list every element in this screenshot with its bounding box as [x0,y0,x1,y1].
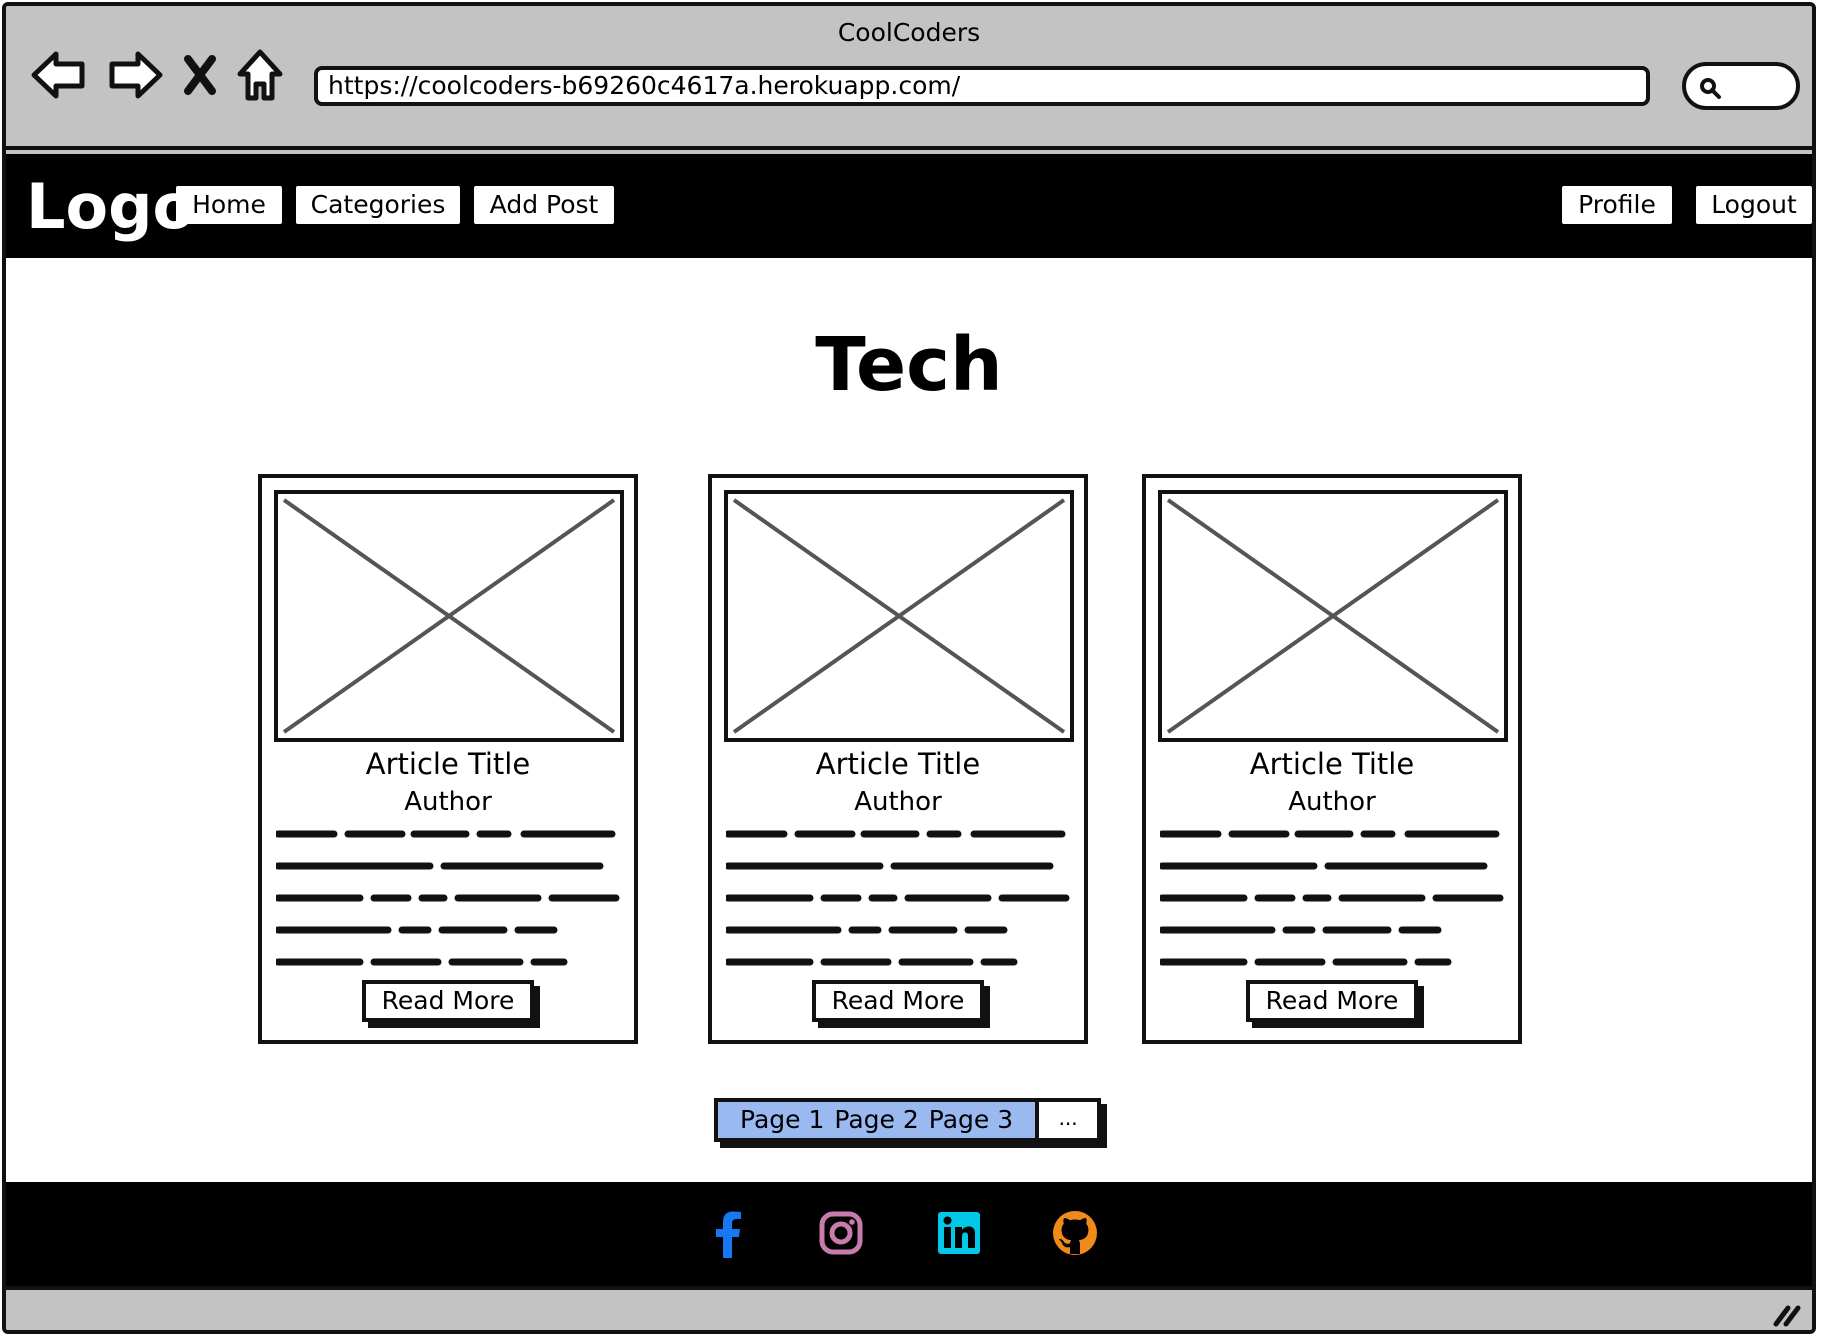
nav-add-post-button[interactable]: Add Post [474,186,614,224]
page-2-link[interactable]: Page 2 [834,1102,918,1138]
browser-titlebar: CoolCoders https://coolcoders-b69260c461… [6,6,1812,150]
nav-logout-button[interactable]: Logout [1696,186,1812,224]
browser-status-bar [6,1286,1812,1330]
read-more-button[interactable]: Read More [812,980,984,1022]
resize-grip-icon[interactable] [1772,1300,1802,1328]
page-3-link[interactable]: Page 3 [929,1102,1013,1138]
close-x-icon[interactable] [182,53,218,97]
text-placeholder-scribble [726,830,1070,966]
text-placeholder-scribble [276,830,620,966]
github-icon[interactable] [1052,1210,1098,1256]
read-more-button[interactable]: Read More [362,980,534,1022]
image-placeholder [1158,490,1508,742]
nav-profile-button[interactable]: Profile [1562,186,1672,224]
article-author: Author [404,787,492,817]
site-footer [6,1182,1812,1286]
pagination-pages: Page 1 Page 2 Page 3 [714,1098,1040,1142]
text-placeholder-scribble [1160,830,1504,966]
nav-home-button[interactable]: Home [176,186,282,224]
image-placeholder [724,490,1074,742]
site-logo[interactable]: Logo [26,176,195,238]
image-placeholder [274,490,624,742]
article-author: Author [854,787,942,817]
nav-categories-button[interactable]: Categories [296,186,460,224]
article-card: Article Title Author Read More [1142,474,1522,1044]
article-title: Article Title [815,747,981,781]
read-more-button[interactable]: Read More [1246,980,1418,1022]
search-icon [1700,78,1721,99]
main-content: Tech Article Title Author Read More Arti… [6,258,1812,1182]
facebook-icon[interactable] [706,1210,752,1258]
back-arrow-icon[interactable] [30,50,88,100]
browser-search-box[interactable] [1682,62,1800,110]
url-bar[interactable]: https://coolcoders-b69260c4617a.herokuap… [314,66,1650,106]
browser-nav-icons [30,48,284,102]
instagram-icon[interactable] [818,1210,864,1256]
article-author: Author [1288,787,1376,817]
linkedin-icon[interactable] [936,1210,982,1256]
article-card: Article Title Author Read More [258,474,638,1044]
site-navbar: Logo Home Categories Add Post Profile Lo… [6,154,1812,258]
home-icon[interactable] [236,48,284,102]
pagination-more-button[interactable]: ... [1039,1098,1102,1142]
forward-arrow-icon[interactable] [106,50,164,100]
browser-window: CoolCoders https://coolcoders-b69260c461… [2,2,1816,1334]
pagination: Page 1 Page 2 Page 3 ... [714,1098,1102,1142]
article-title: Article Title [1249,747,1415,781]
page-1-link[interactable]: Page 1 [740,1102,824,1138]
window-title: CoolCoders [837,18,981,47]
article-title: Article Title [365,747,531,781]
page-title: Tech [815,322,1003,408]
article-card: Article Title Author Read More [708,474,1088,1044]
